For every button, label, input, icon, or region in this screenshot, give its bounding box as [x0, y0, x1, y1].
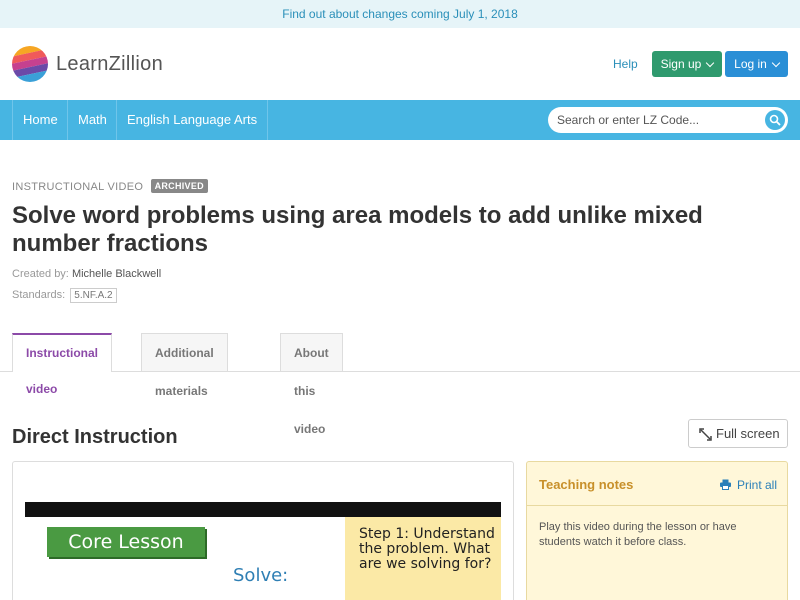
standards-label: Standards: [12, 289, 66, 301]
announcement-link[interactable]: Find out about changes coming July 1, 20… [282, 7, 518, 21]
search-icon [769, 114, 781, 126]
standards: Standards: 5.NF.A.2 [12, 288, 117, 303]
video-core-lesson-label: Core Lesson [47, 527, 205, 557]
tab-instructional-video[interactable]: Instructional video [12, 333, 113, 396]
section-title: Direct Instruction [12, 426, 178, 448]
main-nav: Home Math English Language Arts [0, 100, 800, 140]
help-link[interactable]: Help [613, 57, 638, 71]
teaching-notes-body: Play this video during the lesson or hav… [539, 521, 737, 548]
video-solve-text: Solve: [233, 565, 289, 586]
created-by-label: Created by: [12, 268, 69, 280]
archived-badge: ARCHIVED [150, 179, 208, 193]
login-label: Log in [734, 57, 767, 71]
print-icon [720, 479, 731, 490]
signup-button[interactable]: Sign up [652, 51, 722, 77]
fullscreen-button[interactable]: Full screen [688, 419, 788, 448]
video-letterbox [25, 502, 501, 517]
chevron-down-icon [771, 58, 781, 68]
nav-item-english-language-arts[interactable]: English Language Arts [116, 100, 269, 140]
video-player[interactable]: Core Lesson Solve: Step 1: Understand th… [25, 502, 501, 600]
video-step-text: Step 1: Understand the problem. What are… [359, 526, 495, 572]
video-step-note: Step 1: Understand the problem. What are… [345, 517, 501, 600]
logo[interactable]: LearnZillion [12, 46, 163, 82]
announcement-banner: Find out about changes coming July 1, 20… [0, 0, 800, 28]
expand-icon [699, 428, 712, 441]
standard-tag[interactable]: 5.NF.A.2 [70, 288, 117, 303]
search-box [548, 107, 788, 133]
fullscreen-label: Full screen [716, 426, 780, 441]
tabs-divider [0, 371, 800, 372]
created-by: Created by: Michelle Blackwell [12, 268, 161, 280]
tab-additional-materials[interactable]: Additional materials [141, 333, 228, 398]
search-button[interactable] [765, 110, 785, 130]
login-button[interactable]: Log in [725, 51, 788, 77]
chevron-down-icon [706, 58, 715, 68]
page-title: Solve word problems using area models to… [12, 202, 703, 257]
teaching-notes-header: Teaching notes Print all [527, 462, 787, 506]
tab-about-this-video[interactable]: About this video [280, 333, 343, 436]
print-all-label: Print all [737, 478, 778, 492]
site-header: LearnZillion Help Sign up Log in [0, 28, 800, 100]
teaching-notes-panel: Teaching notes Print all Play this video… [526, 461, 788, 600]
search-input[interactable] [557, 107, 757, 133]
content-type-label: INSTRUCTIONAL VIDEO ARCHIVED [12, 179, 208, 194]
signup-label: Sign up [660, 57, 702, 71]
teaching-notes-title: Teaching notes [539, 477, 634, 492]
video-panel: Core Lesson Solve: Step 1: Understand th… [12, 461, 514, 600]
nav-item-home[interactable]: Home [12, 100, 68, 140]
author-name: Michelle Blackwell [71, 268, 162, 280]
learnzillion-logo-icon [12, 46, 48, 82]
nav-item-math[interactable]: Math [67, 100, 117, 140]
logo-text: LearnZillion [56, 52, 163, 75]
print-all-button[interactable]: Print all [720, 478, 777, 492]
content-type-text: INSTRUCTIONAL VIDEO [12, 181, 144, 193]
